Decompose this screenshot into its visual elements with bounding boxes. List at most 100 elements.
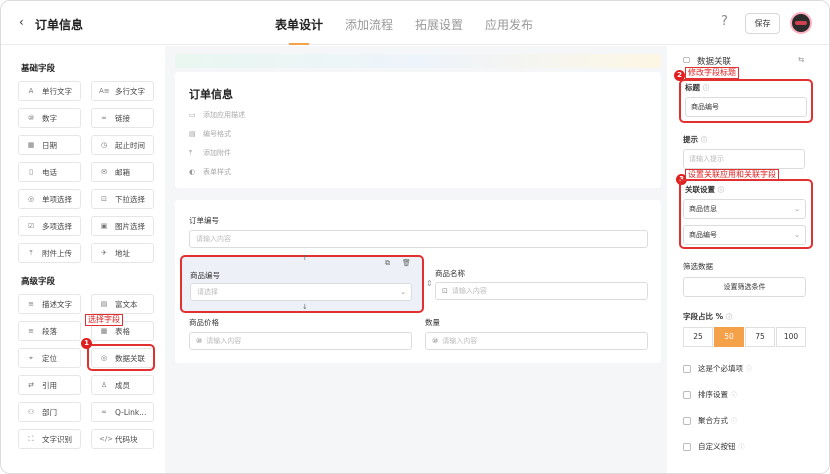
field-label-product-price: 商品价格 xyxy=(189,318,219,327)
number-icon: ⑩ xyxy=(196,337,203,345)
avatar-graphic xyxy=(795,21,807,25)
field-label: 表格 xyxy=(115,326,130,336)
set-filter-button[interactable]: 设置筛选条件 xyxy=(683,277,806,297)
dropdown-icon: ⊡ xyxy=(101,195,107,203)
link-icon: ∞ xyxy=(101,408,107,416)
field-label: 日期 xyxy=(42,140,57,150)
option-add-attachment[interactable]: ⤒ 添加附件 xyxy=(189,148,231,158)
checkbox-custom-button[interactable]: 自定义按钮 ⓘ xyxy=(683,441,745,452)
avatar[interactable] xyxy=(790,12,812,34)
annotation-edit-title: 修改字段标题 xyxy=(685,67,739,79)
tab-extension-settings[interactable]: 拓展设置 xyxy=(415,16,463,33)
field-reference[interactable]: ⇄ 引用 xyxy=(18,375,81,395)
panel-title: 数据关联 xyxy=(697,57,732,67)
move-down-icon[interactable]: ↓ xyxy=(302,303,308,311)
field-label: 链接 xyxy=(115,113,130,123)
field-code-block[interactable]: </> 代码块 xyxy=(91,429,154,449)
field-description-text[interactable]: ≡ 描述文字 xyxy=(18,294,81,314)
field-text-recognition[interactable]: ⛶ 文字识别 xyxy=(18,429,81,449)
quantity-input[interactable]: ⑩ 请输入内容 xyxy=(425,332,648,350)
form-header-card: 订单信息 ▭ 添加应用描述 ▤ 编号格式 ⤒ 添加附件 ◐ 表单样式 xyxy=(175,72,661,188)
option-form-style[interactable]: ◐ 表单样式 xyxy=(189,167,231,177)
calendar-icon: ▦ xyxy=(27,141,35,149)
org-icon: ⚇ xyxy=(27,408,35,416)
checkbox-sort[interactable]: 排序设置 ⓘ xyxy=(683,389,737,400)
palette-icon: ◐ xyxy=(189,168,196,176)
title-input[interactable]: 商品编号 xyxy=(685,97,807,117)
link-field-select[interactable]: 商品编号 ⌄ xyxy=(683,225,806,245)
form-fields-card: 订单编号 请输入内容 ↑ ⧉ 🗑 商品编号 请选择 ⌄ ↓ ⇕ 商品名称 ⊡ 请输入… xyxy=(175,200,661,363)
link-settings-label: 关联设置 ⓘ xyxy=(685,185,725,194)
tab-add-workflow[interactable]: 添加流程 xyxy=(345,16,393,33)
resize-handle-icon[interactable]: ⇕ xyxy=(426,279,433,288)
field-rich-text[interactable]: ▤ 富文本 xyxy=(91,294,154,314)
annotation-badge-1: 1 xyxy=(81,338,92,349)
field-label: 附件上传 xyxy=(42,248,72,258)
field-email[interactable]: ✉ 邮箱 xyxy=(91,162,154,182)
field-time-range[interactable]: ◷ 起止时间 xyxy=(91,135,154,155)
field-dropdown[interactable]: ⊡ 下拉选择 xyxy=(91,189,154,209)
info-icon: ⓘ xyxy=(718,187,725,194)
location-arrow-icon: ✈ xyxy=(101,249,107,257)
field-label: 段落 xyxy=(42,326,57,336)
person-icon: ♙ xyxy=(100,381,108,389)
field-member[interactable]: ♙ 成员 xyxy=(91,375,154,395)
field-department[interactable]: ⚇ 部门 xyxy=(18,402,81,422)
delete-icon[interactable]: 🗑 xyxy=(402,259,411,267)
field-date[interactable]: ▦ 日期 xyxy=(18,135,81,155)
field-image-choice[interactable]: ▣ 图片选择 xyxy=(91,216,154,236)
field-paragraph[interactable]: ≡ 段落 xyxy=(18,321,81,341)
field-single-line-text[interactable]: A 单行文字 xyxy=(18,81,81,101)
hint-input[interactable]: 请输入提示 xyxy=(683,149,805,169)
field-positioning[interactable]: ⌖ 定位 xyxy=(18,348,81,368)
field-attachment[interactable]: ⤒ 附件上传 xyxy=(18,243,81,263)
field-address[interactable]: ✈ 地址 xyxy=(91,243,154,263)
checkbox-icon: ☑ xyxy=(27,222,35,230)
checkbox-required[interactable]: 这是个必填项 ⓘ xyxy=(683,363,752,374)
field-single-choice[interactable]: ◎ 单项选择 xyxy=(18,189,81,209)
ratio-100[interactable]: 100 xyxy=(776,327,806,347)
product-name-input[interactable]: ⊡ 请输入内容 xyxy=(435,282,648,300)
checkbox-aggregation[interactable]: 聚合方式 ⓘ xyxy=(683,415,737,426)
ratio-75[interactable]: 75 xyxy=(745,327,775,347)
field-multi-line-text[interactable]: A≡ 多行文字 xyxy=(91,81,154,101)
field-link[interactable]: ∞ 链接 xyxy=(91,108,154,128)
help-icon[interactable]: ? xyxy=(721,14,728,29)
image-icon: ▣ xyxy=(100,222,108,230)
info-icon: ⓘ xyxy=(738,444,745,451)
tab-form-design[interactable]: 表单设计 xyxy=(275,16,323,45)
field-label-quantity: 数量 xyxy=(425,318,440,327)
tab-app-publish[interactable]: 应用发布 xyxy=(485,16,533,33)
link-app-select[interactable]: 商品信息 ⌄ xyxy=(683,199,806,219)
field-multi-choice[interactable]: ☑ 多项选择 xyxy=(18,216,81,236)
field-label: 下拉选择 xyxy=(115,194,145,204)
move-up-icon[interactable]: ↑ xyxy=(302,254,308,262)
checkbox-box xyxy=(683,416,691,425)
option-add-description[interactable]: ▭ 添加应用描述 xyxy=(189,110,245,120)
field-phone[interactable]: ▯ 电话 xyxy=(18,162,81,182)
number-format-icon: ▤ xyxy=(189,130,196,138)
order-no-input[interactable]: 请输入内容 xyxy=(189,230,648,248)
input-icon: ⊡ xyxy=(442,287,448,295)
field-label: 多项选择 xyxy=(42,221,72,231)
hint-label: 提示 ⓘ xyxy=(683,135,708,144)
form-title[interactable]: 订单信息 xyxy=(189,86,233,102)
selected-field-block[interactable]: ↑ ⧉ 🗑 商品编号 请选择 ⌄ ↓ xyxy=(180,254,424,313)
info-icon: ⓘ xyxy=(726,314,733,321)
copy-icon[interactable]: ⧉ xyxy=(385,259,390,268)
upload-icon: ⤒ xyxy=(189,149,193,157)
save-button[interactable]: 保存 xyxy=(745,13,780,34)
back-icon[interactable]: ‹ xyxy=(19,15,24,29)
field-q-link[interactable]: ∞ Q-Link... xyxy=(91,402,154,422)
property-panel: ▢ 数据关联 ⇆ 2 修改字段标题 标题 ⓘ 商品编号 提示 ⓘ 请输入提示 3 设… xyxy=(667,46,829,473)
field-number[interactable]: ⑩ 数字 xyxy=(18,108,81,128)
rich-text-icon: ▤ xyxy=(100,300,108,308)
product-price-input[interactable]: ⑩ 请输入内容 xyxy=(189,332,412,350)
paragraph-icon: ≡ xyxy=(28,327,34,335)
ratio-25[interactable]: 25 xyxy=(683,327,713,347)
product-no-select[interactable]: 请选择 ⌄ xyxy=(190,283,412,301)
switch-icon[interactable]: ⇆ xyxy=(798,55,804,64)
ratio-50[interactable]: 50 xyxy=(714,327,744,347)
field-label-product-no: 商品编号 xyxy=(190,271,220,280)
option-number-format[interactable]: ▤ 编号格式 xyxy=(189,129,231,139)
